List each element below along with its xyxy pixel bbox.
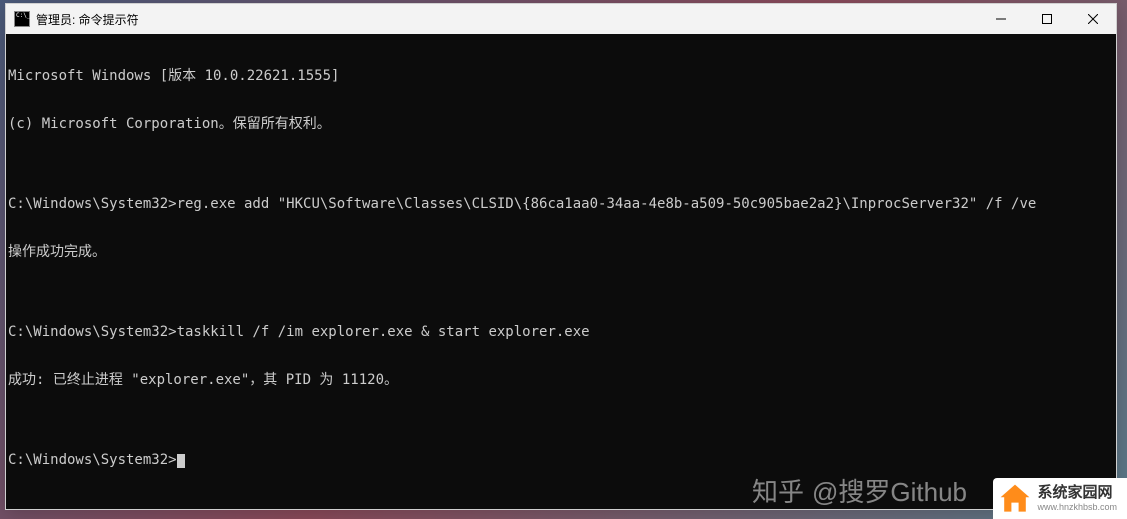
cmd-icon	[14, 11, 30, 27]
prompt: C:\Windows\System32>	[8, 196, 177, 212]
prompt: C:\Windows\System32>	[8, 452, 177, 468]
terminal-area[interactable]: Microsoft Windows [版本 10.0.22621.1555] (…	[6, 34, 1116, 509]
terminal-current-prompt: C:\Windows\System32>	[8, 452, 1116, 468]
close-icon	[1088, 14, 1098, 24]
prompt: C:\Windows\System32>	[8, 324, 177, 340]
command-text: taskkill /f /im explorer.exe & start exp…	[177, 324, 590, 340]
watermark-site: 系统家园网 www.hnzkhbsb.com	[993, 478, 1127, 519]
maximize-button[interactable]	[1024, 4, 1070, 34]
site-name: 系统家园网	[1037, 484, 1117, 502]
terminal-command-line: C:\Windows\System32>reg.exe add "HKCU\So…	[8, 196, 1116, 212]
watermark-zhihu: 知乎 @搜罗Github	[752, 472, 967, 509]
window-controls	[978, 4, 1116, 34]
zhihu-text: 知乎	[752, 472, 804, 509]
minimize-button[interactable]	[978, 4, 1024, 34]
command-text: reg.exe add "HKCU\Software\Classes\CLSID…	[177, 196, 1037, 212]
zhihu-author: @搜罗Github	[812, 472, 967, 509]
site-logo-icon	[997, 481, 1033, 517]
terminal-output: 成功: 已终止进程 "explorer.exe"，其 PID 为 11120。	[8, 372, 1116, 388]
terminal-output: (c) Microsoft Corporation。保留所有权利。	[8, 116, 1116, 132]
terminal-output: Microsoft Windows [版本 10.0.22621.1555]	[8, 68, 1116, 84]
cursor	[177, 454, 185, 468]
terminal-command-line: C:\Windows\System32>taskkill /f /im expl…	[8, 324, 1116, 340]
command-prompt-window: 管理员: 命令提示符 Microsoft Windows [版本 10.0.22…	[5, 3, 1117, 510]
window-title: 管理员: 命令提示符	[36, 11, 978, 28]
close-button[interactable]	[1070, 4, 1116, 34]
terminal-output: 操作成功完成。	[8, 244, 1116, 260]
titlebar[interactable]: 管理员: 命令提示符	[6, 4, 1116, 34]
site-url: www.hnzkhbsb.com	[1037, 502, 1117, 513]
maximize-icon	[1042, 14, 1052, 24]
minimize-icon	[996, 14, 1006, 24]
